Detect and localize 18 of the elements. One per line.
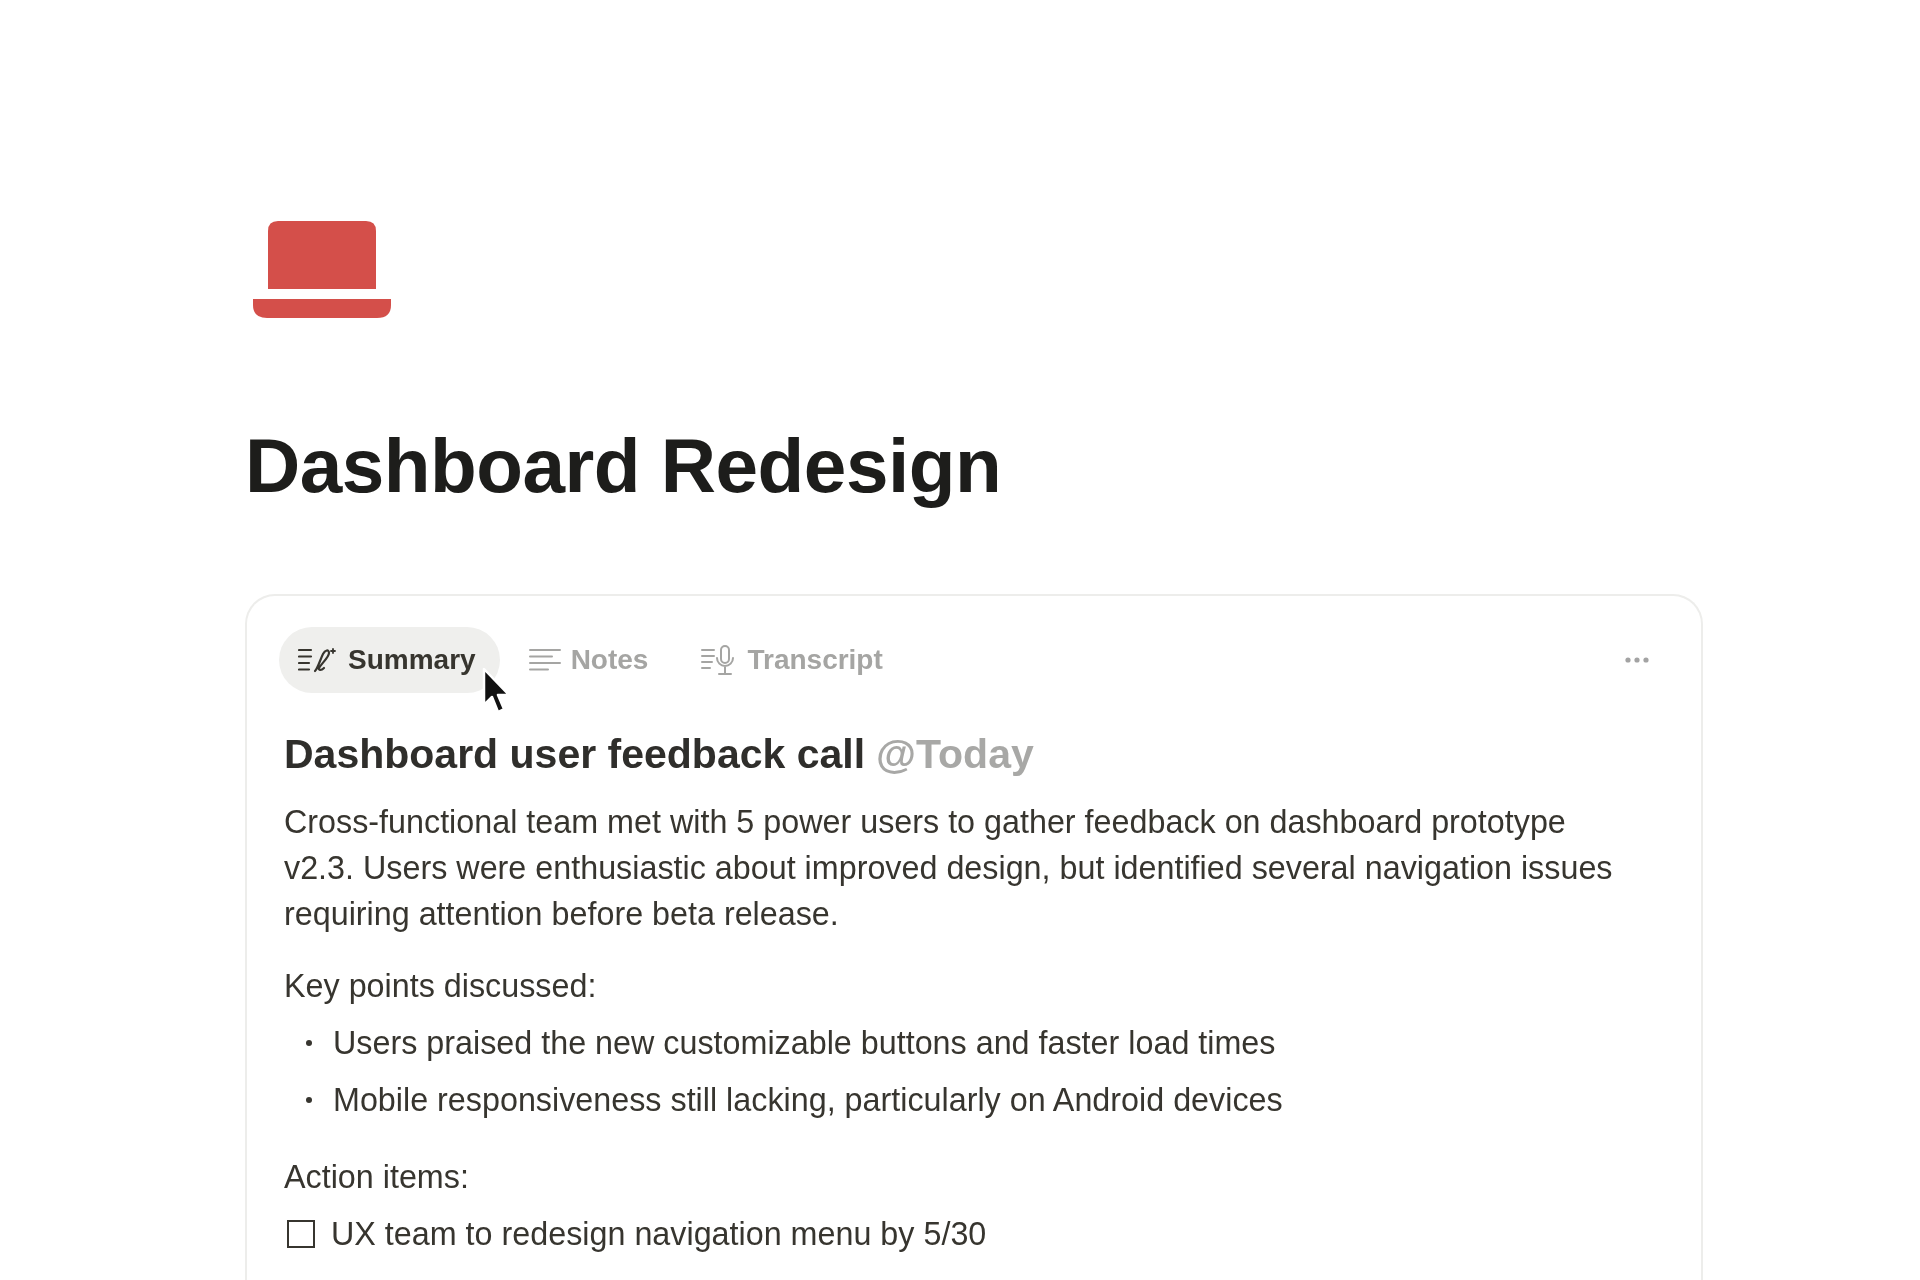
todo-text: UX team to redesign navigation menu by 5/30 <box>331 1215 987 1254</box>
section-heading: Action items: <box>284 1158 470 1197</box>
text-lines-icon <box>528 648 561 672</box>
page-title: Dashboard Redesign <box>245 422 1003 510</box>
lines-squiggle-icon <box>298 647 338 673</box>
tab[interactable]: Notes <box>509 627 673 693</box>
bullet-icon <box>306 1097 312 1103</box>
bullet-text: Mobile responsiveness still lacking, particularly on Android devices <box>333 1081 1283 1120</box>
laptop-icon <box>253 221 391 318</box>
tab[interactable]: Summary <box>279 627 500 693</box>
date-mention[interactable]: @Today <box>876 730 1034 778</box>
tab[interactable]: Transcript <box>682 627 907 693</box>
meeting-title: Dashboard user feedback call <box>284 730 866 778</box>
section-heading: Key points discussed: <box>284 967 598 1006</box>
checkbox[interactable] <box>287 1220 315 1248</box>
bullet-icon <box>306 1040 312 1046</box>
summary-paragraph: Cross-functional team met with 5 power users to gather feedback on dashboard prototype v2.3. Users were enthusiastic about improved design, but identified several navigation issues requiring attention before beta release. <box>284 803 1614 934</box>
bullet-text: Users praised the new customizable buttons and faster load times <box>333 1024 1276 1063</box>
